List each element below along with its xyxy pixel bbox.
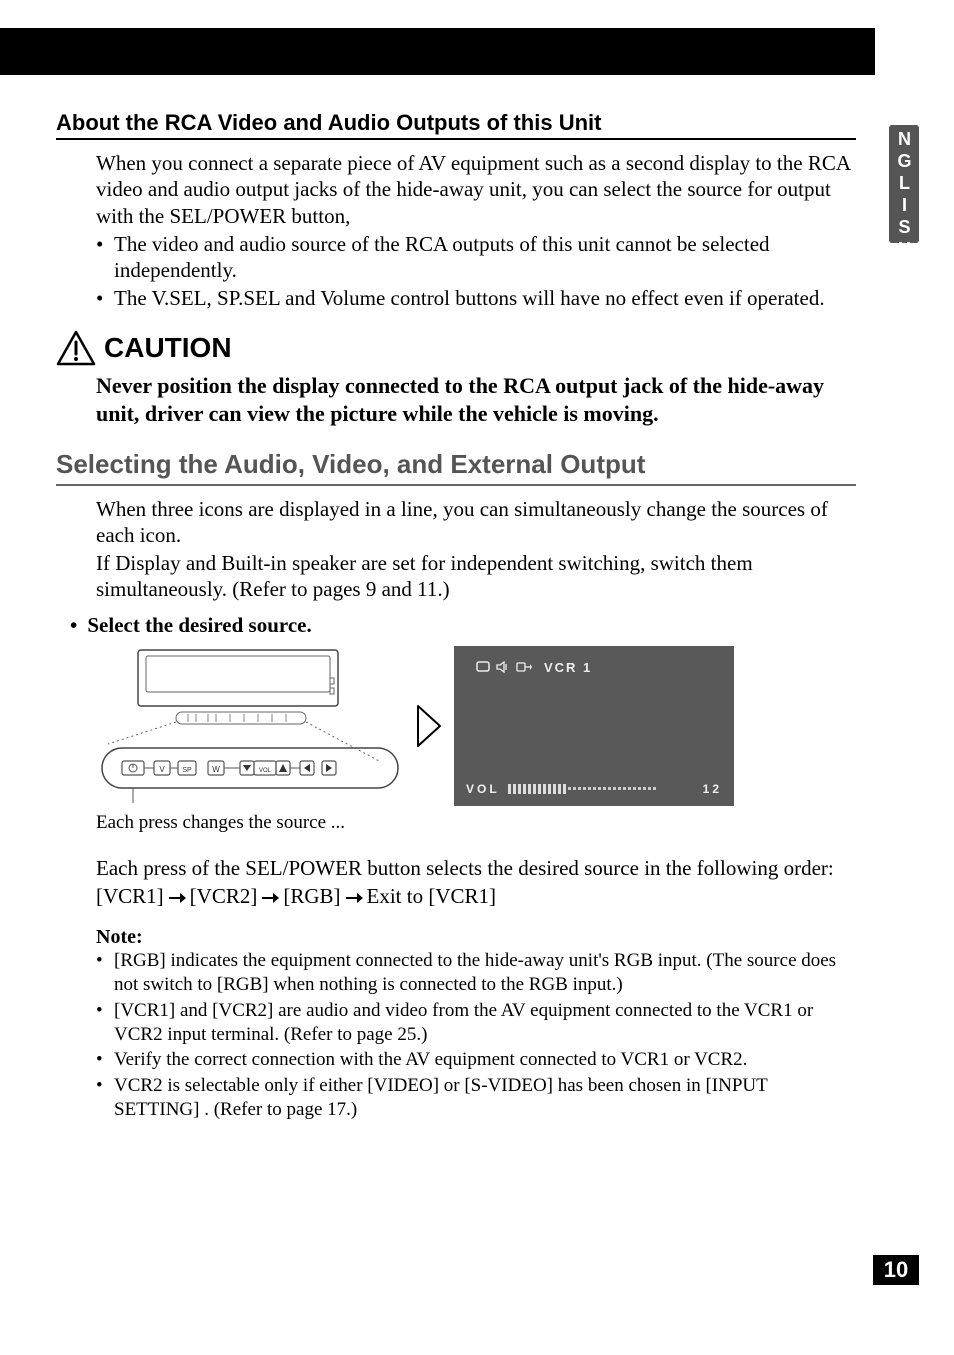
section2-para2: If Display and Built-in speaker are set … [96,550,856,603]
sequence-block: Each press of the SEL/POWER button selec… [56,854,856,911]
svg-text:W: W [212,765,220,774]
note-item: VCR2 is selectable only if either [VIDEO… [96,1074,856,1122]
sequence-intro: Each press of the SEL/POWER button selec… [96,854,856,882]
display-icon [476,661,490,673]
caution-text: Never position the display connected to … [56,372,856,429]
section1-bullet: The V.SEL, SP.SEL and Volume control but… [96,285,856,311]
sequence-line: [VCR1][VCR2][RGB]Exit to [VCR1] [96,882,856,910]
volume-row: VOL 12 [466,782,722,796]
note-list: [RGB] indicates the equipment connected … [56,949,856,1121]
step-text: Select the desired source. [87,613,311,638]
section1-heading: About the RCA Video and Audio Outputs of… [56,110,856,140]
step-row: • Select the desired source. [70,613,856,638]
vol-bar [508,784,695,794]
section2-para1: When three icons are displayed in a line… [96,496,856,549]
section1-bullet: The video and audio source of the RCA ou… [96,231,856,284]
speaker-icon [496,661,510,673]
section1-bullets: The video and audio source of the RCA ou… [96,231,856,312]
step-bullet-dot: • [70,613,77,638]
page-number: 10 [884,1257,908,1283]
figure-caption: Each press changes the source ... [56,812,856,834]
page-number-box: 10 [873,1255,919,1285]
svg-text:VOL: VOL [259,768,272,774]
note-heading: Note: [56,926,856,949]
figure-row: V SP W VOL [56,646,856,806]
section2-heading: Selecting the Audio, Video, and External… [56,449,856,486]
section1-para: When you connect a separate piece of AV … [96,150,856,229]
osd-screen: VCR 1 VOL 12 [454,646,734,806]
top-black-bar [0,28,875,75]
vol-label: VOL [466,782,500,796]
source-row: VCR 1 [476,660,592,675]
section2-intro: When three icons are displayed in a line… [56,496,856,603]
language-tab-label: ENGLISH [894,107,915,261]
device-diagram: V SP W VOL [96,648,404,803]
page: ENGLISH 10 About the RCA Video and Audio… [0,0,954,1355]
content-area: About the RCA Video and Audio Outputs of… [56,110,856,1124]
caution-header: CAUTION [56,330,856,366]
source-label: VCR 1 [544,660,592,675]
note-item: [RGB] indicates the equipment connected … [96,949,856,997]
vol-value: 12 [703,782,722,796]
language-tab: ENGLISH [889,125,919,243]
output-icon [516,661,532,673]
svg-text:V: V [159,765,165,774]
warning-triangle-icon [56,330,96,366]
note-item: Verify the correct connection with the A… [96,1048,856,1072]
svg-text:SP: SP [182,767,192,774]
arrow-right-icon [416,704,442,748]
note-item: [VCR1] and [VCR2] are audio and video fr… [96,999,856,1047]
section1-body: When you connect a separate piece of AV … [56,150,856,312]
caution-label: CAUTION [104,332,232,364]
